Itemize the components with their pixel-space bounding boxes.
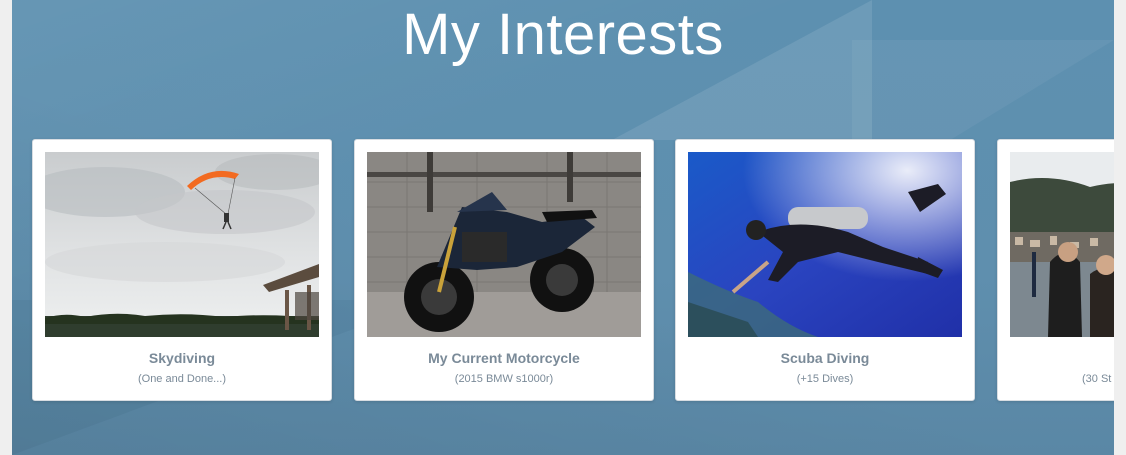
card-subtitle: (One and Done...)	[137, 373, 227, 385]
scuba-photo	[688, 152, 962, 337]
interest-card-scuba[interactable]: Scuba Diving (+15 Dives)	[675, 139, 975, 401]
interest-card-skydiving[interactable]: Skydiving (One and Done...)	[32, 139, 332, 401]
motorcycle-photo	[367, 152, 641, 337]
interests-section: My Interests Skydiving (One and Done...)…	[12, 0, 1114, 455]
travel-photo	[1010, 152, 1114, 337]
interest-card-motorcycle[interactable]: My Current Motorcycle (2015 BMW s1000r)	[354, 139, 654, 401]
card-title: Scuba Diving	[780, 350, 870, 366]
card-subtitle: (+15 Dives)	[796, 373, 854, 385]
card-subtitle: (30 St	[1082, 373, 1112, 385]
interest-card-travel[interactable]: (30 St	[997, 139, 1114, 401]
card-title: Skydiving	[148, 350, 216, 366]
skydiving-photo	[45, 152, 319, 337]
section-title: My Interests	[402, 2, 724, 67]
card-subtitle: (2015 BMW s1000r)	[454, 373, 554, 385]
card-title: My Current Motorcycle	[428, 350, 580, 366]
